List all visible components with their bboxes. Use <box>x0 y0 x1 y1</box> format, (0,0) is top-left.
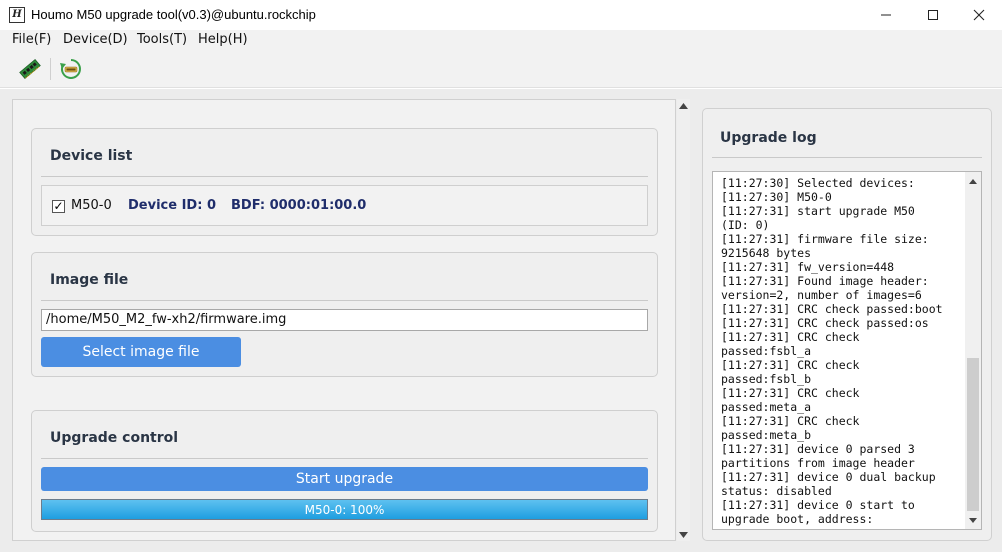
maximize-icon <box>928 10 938 20</box>
log-text: [11:27:30] Selected devices: [11:27:30] M… <box>721 176 961 526</box>
log-line: 9215648 bytes <box>721 246 812 260</box>
log-scroll-thumb[interactable] <box>967 358 979 511</box>
menu-file[interactable]: File(F) <box>12 32 51 47</box>
log-scroll-up-arrow[interactable] <box>967 175 979 187</box>
upgrade-log-panel: Upgrade log [11:27:30] Selected devices:… <box>702 108 992 541</box>
reset-button[interactable] <box>58 56 84 82</box>
left-panel-scrollbar[interactable] <box>677 99 690 541</box>
log-line: [11:27:31] fw_version=448 <box>721 260 895 274</box>
divider <box>41 458 648 459</box>
log-line: passed:fsbl_a <box>721 344 812 358</box>
menu-tools[interactable]: Tools(T) <box>137 32 187 47</box>
image-file-title: Image file <box>50 272 129 288</box>
chevron-up-icon <box>969 178 977 184</box>
log-scroll-down-arrow[interactable] <box>967 514 979 526</box>
log-line: [11:27:31] Found image header: <box>721 274 929 288</box>
log-line: upgrade boot, address: <box>721 512 874 526</box>
upgrade-progress-bar: M50-0: 100% <box>41 499 648 520</box>
memory-chip-icon <box>19 58 41 80</box>
log-line: (ID: 0) <box>721 218 770 232</box>
device-checkbox[interactable]: ✓ <box>52 200 65 213</box>
select-image-button[interactable]: Select image file <box>41 337 241 367</box>
toolbar <box>0 50 1002 88</box>
divider <box>712 157 982 158</box>
upgrade-log-title: Upgrade log <box>720 130 817 146</box>
divider <box>41 300 648 301</box>
title-bar: H Houmo M50 upgrade tool(v0.3)@ubuntu.ro… <box>0 0 1002 30</box>
log-line: [11:27:31] device 0 dual backup <box>721 470 936 484</box>
upgrade-log-textarea[interactable]: [11:27:30] Selected devices: [11:27:30] M… <box>712 171 982 530</box>
chevron-up-icon <box>679 102 688 109</box>
menu-device[interactable]: Device(D) <box>63 32 128 47</box>
log-line: [11:27:30] Selected devices: <box>721 176 915 190</box>
chevron-down-icon <box>969 517 977 523</box>
window-title: Houmo M50 upgrade tool(v0.3)@ubuntu.rock… <box>31 7 316 22</box>
scroll-up-arrow[interactable] <box>677 99 690 112</box>
log-line: version=2, number of images=6 <box>721 288 922 302</box>
device-id: Device ID: 0 <box>128 198 216 213</box>
start-upgrade-button[interactable]: Start upgrade <box>41 467 648 491</box>
chevron-down-icon <box>679 531 688 538</box>
log-line: status: disabled <box>721 484 832 498</box>
left-panel: Device list ✓ M50-0 Device ID: 0 BDF: 00… <box>12 99 676 541</box>
device-bdf: BDF: 0000:01:00.0 <box>231 198 367 213</box>
menu-help[interactable]: Help(H) <box>198 32 248 47</box>
image-path-input[interactable]: /home/M50_M2_fw-xh2/firmware.img <box>41 309 648 331</box>
log-line: [11:27:31] CRC check passed:os <box>721 316 929 330</box>
device-name: M50-0 <box>71 198 112 213</box>
maximize-button[interactable] <box>910 0 956 30</box>
app-icon: H <box>9 7 25 23</box>
upgrade-control-group: Upgrade control Start upgrade M50-0: 100… <box>31 410 658 532</box>
log-line: [11:27:31] device 0 start to <box>721 498 915 512</box>
image-file-group: Image file /home/M50_M2_fw-xh2/firmware.… <box>31 252 658 377</box>
log-line: [11:27:31] CRC check passed:boot <box>721 302 943 316</box>
device-scan-button[interactable] <box>17 56 43 82</box>
close-button[interactable] <box>956 0 1002 30</box>
log-line: passed:meta_a <box>721 400 812 414</box>
scroll-down-arrow[interactable] <box>677 528 690 541</box>
log-line: partitions from image header <box>721 456 915 470</box>
minimize-button[interactable] <box>863 0 909 30</box>
divider <box>41 176 648 177</box>
progress-label: M50-0: 100% <box>304 502 385 517</box>
log-scrollbar[interactable] <box>965 172 981 529</box>
log-line: [11:27:31] firmware file size: <box>721 232 929 246</box>
menu-bar: File(F) Device(D) Tools(T) Help(H) <box>0 30 1002 50</box>
device-list-group: Device list ✓ M50-0 Device ID: 0 BDF: 00… <box>31 128 658 236</box>
log-line: passed:meta_b <box>721 428 812 442</box>
minimize-icon <box>881 14 891 16</box>
log-line: [11:27:31] start upgrade M50 <box>721 204 915 218</box>
log-line: [11:27:30] M50-0 <box>721 190 832 204</box>
upgrade-control-title: Upgrade control <box>50 430 179 446</box>
log-line: [11:27:31] CRC check <box>721 358 860 372</box>
log-line: [11:27:31] CRC check <box>721 330 860 344</box>
device-row[interactable]: ✓ M50-0 Device ID: 0 BDF: 0000:01:00.0 <box>41 185 648 226</box>
reset-icon <box>60 59 81 79</box>
device-list-title: Device list <box>50 148 133 164</box>
toolbar-separator <box>50 58 51 80</box>
log-line: passed:fsbl_b <box>721 372 812 386</box>
close-icon <box>973 9 985 21</box>
log-line: [11:27:31] device 0 parsed 3 <box>721 442 915 456</box>
log-line: [11:27:31] CRC check <box>721 386 860 400</box>
log-line: [11:27:31] CRC check <box>721 414 860 428</box>
